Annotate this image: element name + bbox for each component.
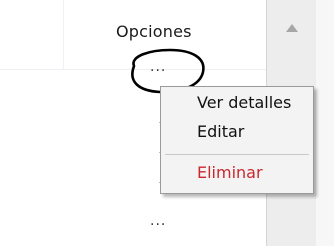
menu-separator [165,154,309,155]
column-header-opciones: Opciones [116,22,192,41]
window-edge [316,0,334,246]
header-divider [0,69,266,70]
triangle-up-icon [286,24,298,32]
menu-item-editar[interactable]: Editar [197,122,244,141]
menu-item-eliminar[interactable]: Eliminar [197,163,263,182]
app-window: Opciones ... ... Ver detalles Editar Eli… [0,0,334,246]
column-divider [63,0,64,70]
scroll-up-button[interactable] [267,18,317,38]
context-menu: Ver detalles Editar Eliminar [160,86,314,194]
row-actions-button[interactable]: ... [150,214,166,228]
menu-item-ver-detalles[interactable]: Ver detalles [197,93,291,112]
row-actions-button[interactable]: ... [150,60,166,74]
